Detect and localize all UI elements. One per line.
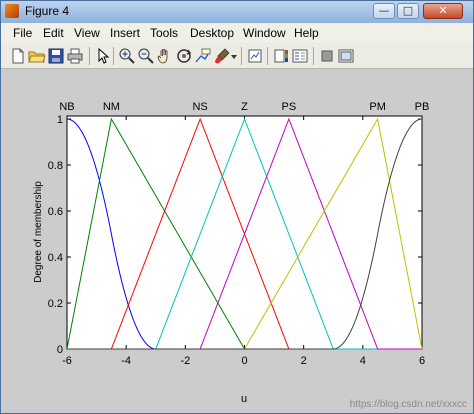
figure-toolbar	[1, 43, 473, 69]
toolbar-separator	[241, 47, 242, 65]
y-tick-label: 0	[57, 344, 63, 356]
x-tick-label: -2	[180, 355, 190, 367]
legend-icon[interactable]	[291, 47, 309, 65]
plot-axes-box	[66, 115, 423, 350]
menu-bar: File Edit View Insert Tools Desktop Wind…	[1, 23, 473, 43]
curve-label-pb: PB	[415, 101, 430, 113]
open-folder-icon[interactable]	[28, 47, 46, 65]
x-tick-label: 2	[301, 355, 307, 367]
select-arrow-icon[interactable]	[94, 47, 112, 65]
brush-icon[interactable]	[213, 47, 231, 65]
x-axis-label: u	[241, 393, 247, 405]
print-icon[interactable]	[66, 47, 84, 65]
data-cursor-icon[interactable]	[194, 47, 212, 65]
curve-label-nm: NM	[103, 101, 120, 113]
menu-desktop[interactable]: Desktop	[190, 26, 234, 40]
toolbar-separator	[267, 47, 268, 65]
maximize-button[interactable]: □	[397, 3, 419, 19]
x-tick-label: 6	[419, 355, 425, 367]
title-bar[interactable]: Figure 4 — □ ✕	[1, 1, 473, 23]
pan-hand-icon[interactable]	[156, 47, 174, 65]
y-tick-label: 0.4	[48, 252, 63, 264]
curve-labels: NB NM NS Z PS PM PB	[59, 101, 429, 113]
toolbar-separator	[113, 47, 114, 65]
zoom-in-icon[interactable]	[118, 47, 136, 65]
menu-window[interactable]: Window	[243, 26, 286, 40]
x-tick-label: -4	[121, 355, 131, 367]
x-tick-label: 4	[360, 355, 366, 367]
menu-help[interactable]: Help	[294, 26, 319, 40]
show-plot-tools-icon[interactable]	[337, 47, 355, 65]
x-tick-label: -6	[62, 355, 72, 367]
menu-insert[interactable]: Insert	[110, 26, 140, 40]
save-icon[interactable]	[47, 47, 65, 65]
rotate-3d-icon[interactable]	[175, 47, 193, 65]
curve-label-ps: PS	[282, 101, 297, 113]
minimize-button[interactable]: —	[373, 3, 395, 19]
y-axis-label: Degree of membership	[33, 181, 44, 283]
x-tick-label: 0	[241, 355, 247, 367]
link-icon[interactable]	[246, 47, 264, 65]
menu-edit[interactable]: Edit	[43, 26, 64, 40]
menu-view[interactable]: View	[74, 26, 100, 40]
curve-label-z: Z	[241, 101, 248, 113]
curve-label-ns: NS	[192, 101, 207, 113]
curve-label-pm: PM	[369, 101, 386, 113]
y-tick-label: 0.2	[48, 298, 63, 310]
y-tick-label: 0.8	[48, 160, 63, 172]
window-title: Figure 4	[25, 4, 70, 18]
zoom-out-icon[interactable]	[137, 47, 155, 65]
menu-file[interactable]: File	[13, 26, 32, 40]
brush-dropdown-icon[interactable]	[230, 47, 238, 65]
toolbar-separator	[89, 47, 90, 65]
figure-window: Figure 4 — □ ✕ File Edit View Insert Too…	[0, 0, 474, 414]
y-tick-label: 0.6	[48, 206, 63, 218]
watermark-text: https://blog.csdn.net/xxxcc	[349, 399, 467, 410]
y-tick-label: 1	[57, 114, 63, 126]
colorbar-icon[interactable]	[272, 47, 290, 65]
matlab-icon	[5, 4, 19, 18]
curve-label-nb: NB	[59, 101, 74, 113]
close-button[interactable]: ✕	[423, 3, 463, 19]
new-file-icon[interactable]	[9, 47, 27, 65]
membership-function-plot[interactable]: -6 -4 -2 0 2 4 6 0 0.2 0.4 0.6 0.8 1 NB NM NS Z PS PM PB u…	[1, 69, 473, 413]
menu-tools[interactable]: Tools	[150, 26, 178, 40]
toolbar-separator	[313, 47, 314, 65]
hide-plot-tools-icon[interactable]	[318, 47, 336, 65]
